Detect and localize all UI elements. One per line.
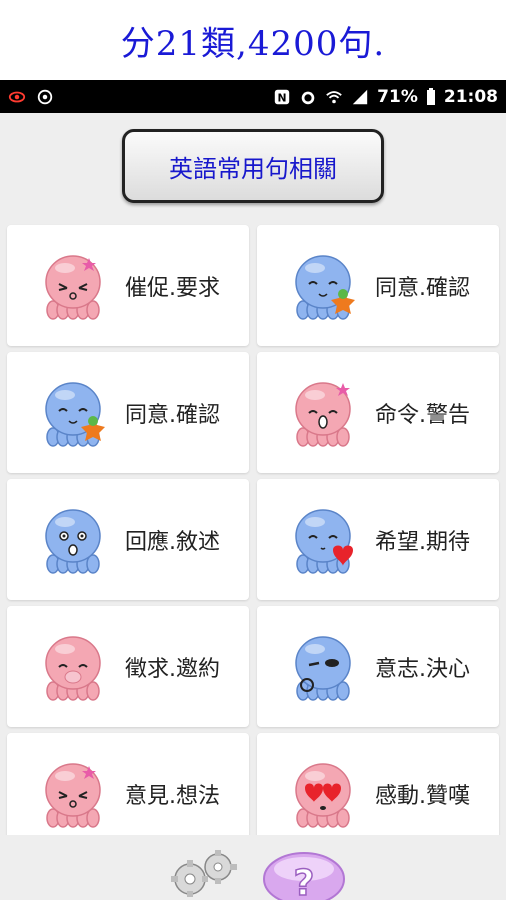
category-label: 意志.決心 bbox=[375, 656, 470, 682]
category-label: 同意.確認 bbox=[375, 275, 470, 301]
main-content[interactable]: 英語常用句相關 催促.要求 同意.確認 同意.確認 命令.警告 回應.敘述 希望… bbox=[0, 113, 506, 835]
category-card[interactable]: 徵求.邀約 bbox=[7, 606, 249, 727]
octopus-blue-ok-icon bbox=[45, 381, 105, 447]
banner-text: 分21類,4200句. bbox=[120, 23, 386, 64]
status-left bbox=[8, 88, 54, 106]
category-label: 回應.敘述 bbox=[125, 529, 220, 555]
category-card[interactable]: 感動.贊嘆 bbox=[257, 733, 499, 835]
octopus-pink-shout-icon bbox=[295, 381, 351, 447]
octopus-pink-sleepy-icon bbox=[45, 762, 101, 828]
svg-text:?: ? bbox=[294, 863, 315, 900]
octopus-pink-sleepy-icon bbox=[45, 254, 101, 320]
question-mark-icon[interactable]: ? bbox=[262, 847, 346, 900]
top-banner: 分21類,4200句. bbox=[0, 0, 506, 80]
category-card[interactable]: 希望.期待 bbox=[257, 479, 499, 600]
category-label: 催促.要求 bbox=[125, 275, 220, 301]
sync-icon bbox=[37, 89, 53, 104]
category-label: 命令.警告 bbox=[375, 402, 470, 428]
bottom-bar: ? bbox=[0, 835, 506, 900]
signal-icon bbox=[352, 89, 368, 104]
category-card[interactable]: 催促.要求 bbox=[7, 225, 249, 346]
svg-text:N: N bbox=[278, 91, 287, 104]
status-time: 21:08 bbox=[443, 86, 498, 107]
octopus-blue-ok-icon bbox=[295, 254, 355, 320]
eye-icon bbox=[8, 91, 26, 102]
category-label: 同意.確認 bbox=[125, 402, 220, 428]
category-card[interactable]: 同意.確認 bbox=[7, 352, 249, 473]
octopus-pink-happy-icon bbox=[45, 635, 101, 701]
category-grid: 催促.要求 同意.確認 同意.確認 命令.警告 回應.敘述 希望.期待 徵求.邀… bbox=[7, 225, 499, 835]
octopus-blue-wink-icon bbox=[295, 635, 351, 701]
battery-percent: 71% bbox=[377, 86, 418, 107]
octopus-blue-heart-icon bbox=[295, 508, 353, 574]
octopus-pink-love-icon bbox=[295, 762, 351, 828]
alarm-icon bbox=[301, 91, 315, 104]
gears-icon[interactable] bbox=[162, 847, 244, 897]
category-label: 希望.期待 bbox=[375, 529, 470, 555]
category-card[interactable]: 意見.想法 bbox=[7, 733, 249, 835]
category-card[interactable]: 回應.敘述 bbox=[7, 479, 249, 600]
status-right: N 71% 21:08 bbox=[273, 87, 498, 107]
status-bar: N 71% 21:08 bbox=[0, 80, 506, 113]
category-card[interactable]: 同意.確認 bbox=[257, 225, 499, 346]
octopus-blue-surprised-icon bbox=[45, 508, 101, 574]
category-label: 徵求.邀約 bbox=[125, 656, 220, 682]
category-card[interactable]: 意志.決心 bbox=[257, 606, 499, 727]
battery-icon bbox=[426, 87, 435, 105]
wifi-icon bbox=[326, 90, 342, 103]
category-card[interactable]: 命令.警告 bbox=[257, 352, 499, 473]
nfc-icon: N bbox=[274, 89, 290, 104]
english-phrases-button[interactable]: 英語常用句相關 bbox=[122, 129, 384, 203]
category-label: 意見.想法 bbox=[125, 783, 220, 809]
category-label: 感動.贊嘆 bbox=[375, 783, 470, 809]
english-phrases-button-label: 英語常用句相關 bbox=[169, 154, 337, 183]
